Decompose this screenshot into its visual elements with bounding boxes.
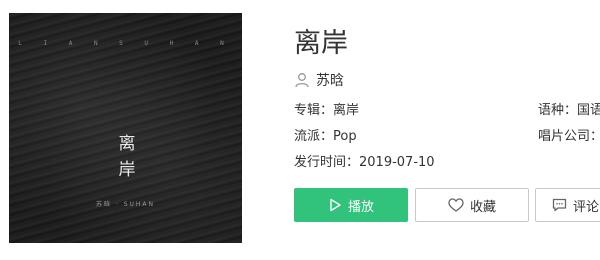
user-icon (294, 72, 310, 88)
language-value: 国语 (577, 103, 600, 118)
album-value[interactable]: 离岸 (333, 103, 359, 118)
album-info: 专辑：离岸 (294, 102, 359, 120)
artist-name[interactable]: 苏晗 (316, 70, 344, 90)
language-info: 语种：国语 (538, 102, 600, 120)
release-value: 2019-07-10 (359, 155, 435, 170)
genre-value: Pop (333, 129, 357, 144)
comment-icon (552, 198, 567, 212)
cover-title: 离岸 (118, 134, 136, 180)
album-label: 专辑： (294, 103, 334, 118)
genre-info: 流派：Pop (294, 128, 357, 146)
language-label: 语种： (538, 103, 578, 118)
artist-row[interactable]: 苏晗 (294, 70, 344, 90)
cover-top-text: L I A N S U H A N (18, 40, 233, 47)
release-label: 发行时间： (294, 155, 360, 170)
release-info: 发行时间：2019-07-10 (294, 154, 435, 172)
album-title: 离岸 (294, 28, 348, 59)
favorite-label: 收藏 (469, 199, 496, 215)
comment-button[interactable]: 评论 (535, 188, 600, 222)
cover-artist-line: 苏晗 · SUHAN (95, 201, 156, 208)
comment-label: 评论 (573, 199, 600, 215)
play-label: 播放 (347, 199, 374, 215)
play-icon (330, 198, 341, 212)
album-cover[interactable]: L I A N S U H A N 离岸 苏晗 · SUHAN (9, 13, 242, 243)
genre-label: 流派： (294, 129, 334, 144)
play-button[interactable]: 播放 (294, 188, 408, 222)
favorite-button[interactable]: 收藏 (415, 188, 529, 222)
heart-icon (448, 198, 464, 212)
company-label: 唱片公司： (538, 129, 600, 144)
company-info: 唱片公司： (538, 128, 600, 146)
